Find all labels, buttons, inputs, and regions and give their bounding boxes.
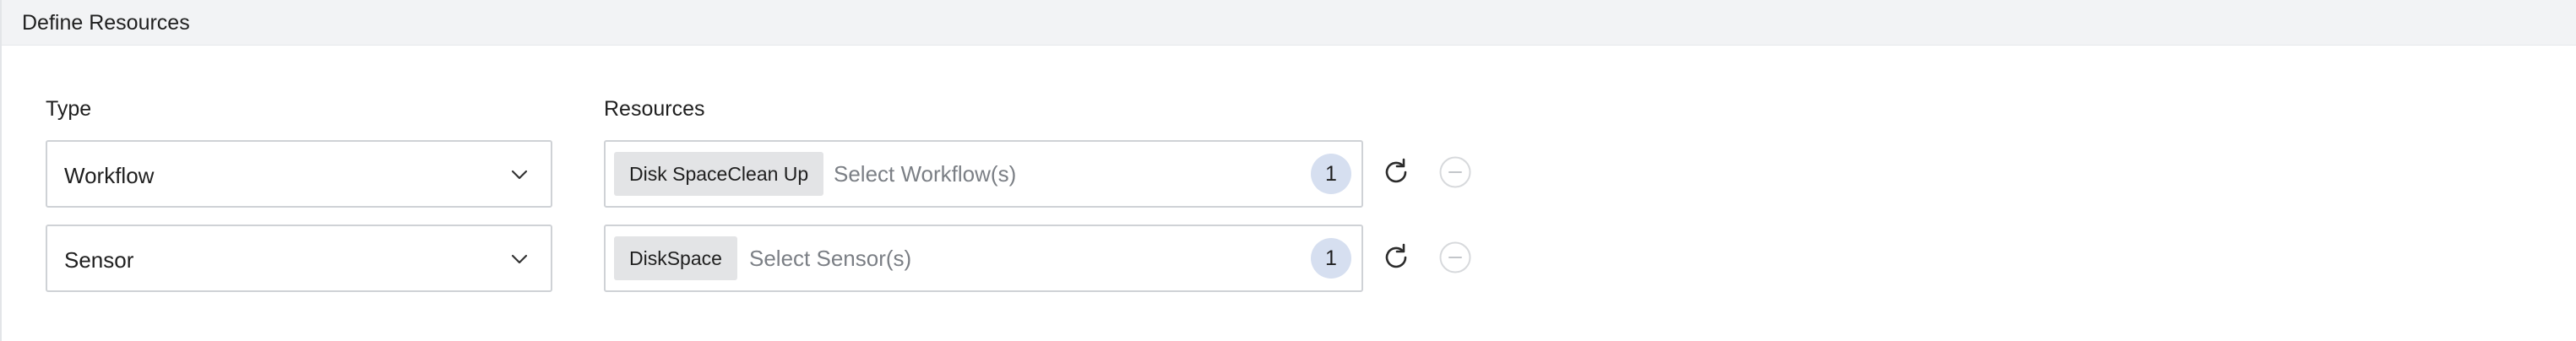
selected-count-badge: 1 <box>1311 154 1351 194</box>
minus-circle-icon[interactable] <box>1438 155 1472 189</box>
minus-circle-icon[interactable] <box>1438 241 1472 274</box>
resources-search-placeholder[interactable]: Select Workflow(s) <box>834 160 1016 187</box>
selected-resource-chip[interactable]: DiskSpace <box>614 236 737 280</box>
refresh-icon[interactable] <box>1379 155 1413 189</box>
resources-multiselect-sensor[interactable]: DiskSpace Select Sensor(s) 1 <box>604 225 1363 292</box>
type-column-label: Type <box>46 97 92 121</box>
resources-column-label: Resources <box>604 97 705 121</box>
selected-resource-chip[interactable]: Disk SpaceClean Up <box>614 152 824 196</box>
type-dropdown-value: Workflow <box>64 163 155 188</box>
type-dropdown-value: Sensor <box>64 247 134 273</box>
resources-search-placeholder[interactable]: Select Sensor(s) <box>749 245 911 272</box>
chevron-down-icon <box>511 170 528 180</box>
panel-header: Define Resources <box>2 0 2576 46</box>
selected-count-badge: 1 <box>1311 238 1351 279</box>
type-dropdown-workflow[interactable]: Workflow <box>46 140 552 208</box>
refresh-icon[interactable] <box>1379 241 1413 274</box>
define-resources-panel: Define Resources Type Resources Workflow… <box>0 0 2576 341</box>
panel-title: Define Resources <box>22 11 190 35</box>
chevron-down-icon <box>511 254 528 264</box>
type-dropdown-sensor[interactable]: Sensor <box>46 225 552 292</box>
resources-multiselect-workflow[interactable]: Disk SpaceClean Up Select Workflow(s) 1 <box>604 140 1363 208</box>
